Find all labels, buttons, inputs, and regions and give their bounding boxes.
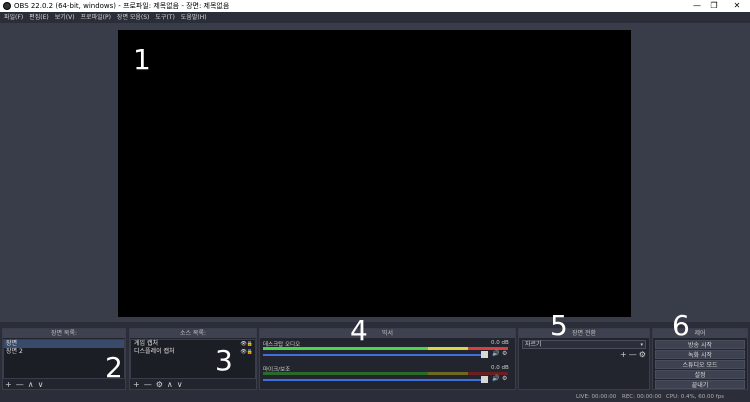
annotation-1: 1 [133, 43, 151, 76]
transition-selected-value: 자르기 [525, 341, 542, 348]
list-item[interactable]: 디스플레이 캡처 👁🔒 [131, 348, 255, 356]
transitions-dock: 장면 전환 자르기 ▾ + — ⚙ [518, 328, 650, 390]
volume-meter [263, 372, 508, 375]
transitions-dock-title: 장면 전환 [519, 329, 649, 338]
remove-scene-button[interactable]: — [16, 380, 24, 390]
menu-file[interactable]: 파일(F) [0, 12, 26, 23]
source-name: 게임 캡처 [134, 340, 158, 347]
remove-transition-button[interactable]: — [629, 350, 637, 360]
eye-icon[interactable]: 👁🔒 [240, 340, 253, 348]
channel-level: 0.0 dB [491, 340, 509, 346]
volume-slider[interactable] [263, 354, 485, 356]
transition-properties-button[interactable]: ⚙ [639, 350, 646, 360]
settings-button[interactable]: 설정 [655, 370, 745, 379]
move-down-button[interactable]: ∨ [38, 380, 44, 390]
start-recording-button[interactable]: 녹화 시작 [655, 350, 745, 359]
minimize-button[interactable]: — [690, 0, 704, 12]
mixer-channel-mic: 마이크/보조 0.0 dB 🔊 ⚙ [263, 365, 513, 387]
annotation-2: 2 [105, 351, 123, 384]
preview-canvas[interactable] [118, 30, 631, 317]
menu-bar: 파일(F) 편집(E) 보기(V) 프로파일(P) 장면 모음(S) 도구(T) 도움말(H… [0, 12, 750, 23]
eye-icon[interactable]: 👁🔒 [240, 348, 253, 356]
title-bar: OBS 22.0.2 (64-bit, windows) - 프로파일: 제목없… [0, 0, 750, 12]
gear-icon[interactable]: ⚙ [502, 350, 507, 357]
exit-button[interactable]: 끝내기 [655, 380, 745, 389]
slider-handle[interactable] [481, 376, 488, 383]
volume-slider[interactable] [263, 379, 485, 381]
sources-dock-title: 소스 목록: [130, 329, 256, 338]
scenes-toolbar: + — ∧ ∨ [5, 380, 47, 390]
speaker-icon[interactable]: 🔊 [492, 375, 499, 382]
controls-dock: 제어 방송 시작 녹화 시작 스튜디오 모드 설정 끝내기 [652, 328, 748, 390]
source-name: 디스플레이 캡처 [134, 348, 175, 355]
obs-logo-icon [3, 2, 11, 10]
status-cpu: CPU: 0.4%, 60.00 fps [666, 394, 725, 400]
channel-level: 0.0 dB [491, 365, 509, 371]
add-transition-button[interactable]: + [620, 350, 627, 360]
controls-dock-title: 제어 [653, 329, 747, 338]
annotation-6: 6 [672, 309, 690, 342]
gear-icon[interactable]: ⚙ [502, 375, 507, 382]
mixer-dock: 믹서 데스크탑 오디오 0.0 dB 🔊 ⚙ 마이크/보조 0.0 dB 🔊 ⚙ [259, 328, 516, 390]
chevron-down-icon: ▾ [640, 342, 643, 348]
menu-scene-collection[interactable]: 장면 모음(S) [114, 12, 152, 23]
source-properties-button[interactable]: ⚙ [156, 380, 163, 390]
volume-meter [263, 347, 508, 350]
list-item[interactable]: 장면 [4, 340, 124, 348]
close-button[interactable]: ✕ [730, 0, 744, 12]
slider-handle[interactable] [481, 351, 488, 358]
scenes-dock-title: 장면 목록: [3, 329, 125, 338]
mixer-dock-title: 믹서 [260, 329, 515, 338]
studio-mode-button[interactable]: 스튜디오 모드 [655, 360, 745, 369]
menu-view[interactable]: 보기(V) [52, 12, 78, 23]
status-rec: REC: 00:00:00 [622, 394, 662, 400]
menu-help[interactable]: 도움말(H) [178, 12, 210, 23]
menu-tools[interactable]: 도구(T) [152, 12, 177, 23]
menu-edit[interactable]: 편집(E) [26, 12, 52, 23]
status-live: LIVE: 00:00:00 [576, 394, 617, 400]
transitions-toolbar: + — ⚙ [620, 350, 646, 360]
start-streaming-button[interactable]: 방송 시작 [655, 340, 745, 349]
add-source-button[interactable]: + [133, 380, 140, 390]
menu-profile[interactable]: 프로파일(P) [78, 12, 114, 23]
mixer-channel-desktop: 데스크탑 오디오 0.0 dB 🔊 ⚙ [263, 340, 513, 362]
move-down-button[interactable]: ∨ [177, 380, 183, 390]
maximize-button[interactable]: ❐ [707, 0, 721, 12]
remove-source-button[interactable]: — [144, 380, 152, 390]
list-item[interactable]: 게임 캡처 👁🔒 [131, 340, 255, 348]
sources-dock: 소스 목록: 게임 캡처 👁🔒 디스플레이 캡처 👁🔒 + — ⚙ ∧ ∨ [129, 328, 257, 390]
annotation-5: 5 [550, 309, 568, 342]
add-scene-button[interactable]: + [5, 380, 12, 390]
annotation-4: 4 [350, 314, 368, 347]
speaker-icon[interactable]: 🔊 [492, 350, 499, 357]
sources-toolbar: + — ⚙ ∧ ∨ [133, 380, 187, 390]
window-title: OBS 22.0.2 (64-bit, windows) - 프로파일: 제목없… [14, 2, 230, 10]
transition-select[interactable]: 자르기 ▾ [522, 340, 646, 349]
move-up-button[interactable]: ∧ [167, 380, 173, 390]
sources-list: 게임 캡처 👁🔒 디스플레이 캡처 👁🔒 [130, 339, 256, 379]
annotation-3: 3 [215, 344, 233, 377]
move-up-button[interactable]: ∧ [28, 380, 34, 390]
